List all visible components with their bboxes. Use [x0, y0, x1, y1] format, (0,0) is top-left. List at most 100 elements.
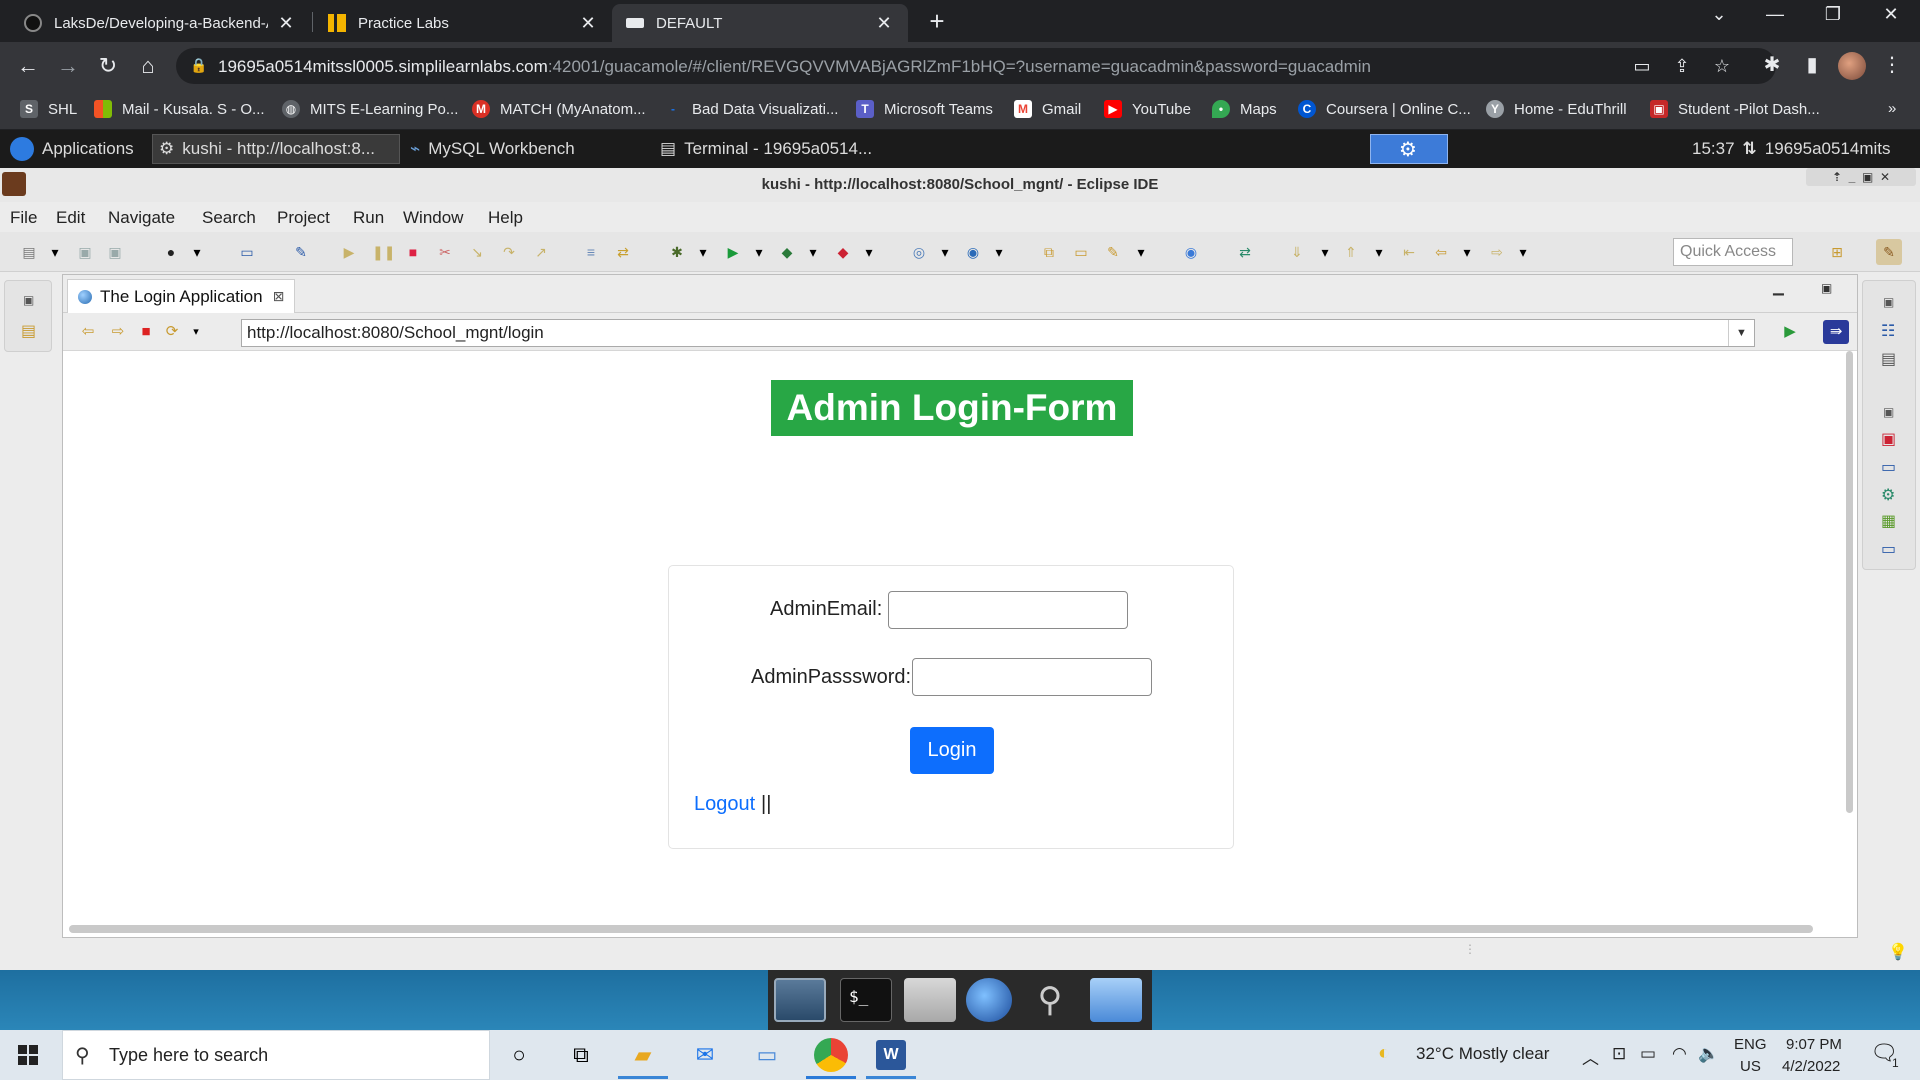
close-icon[interactable]: ✕ [1880, 170, 1890, 184]
perspective-icon[interactable]: ● [162, 243, 180, 261]
bookmark-gmail[interactable]: M Gmail [1014, 100, 1081, 118]
cortana-circle-icon[interactable]: ○ [504, 1040, 534, 1070]
workspace-indicator[interactable]: ⚙ [1370, 134, 1448, 164]
bookmark-eduthrill[interactable]: Y Home - EduThrill [1486, 100, 1627, 118]
back-icon[interactable]: ⇦ [1432, 243, 1450, 261]
go-icon[interactable]: ▶ [1775, 323, 1805, 341]
open-folder-icon[interactable]: ▭ [1072, 243, 1090, 261]
forward-icon[interactable]: ⇨ [1488, 243, 1506, 261]
minimize-editor-icon[interactable]: ▁ [1773, 279, 1784, 296]
admin-email-input[interactable] [888, 591, 1128, 629]
properties-icon[interactable]: ▭ [1881, 457, 1896, 477]
refresh-icon[interactable]: ⟳ [163, 323, 181, 341]
suspend-icon[interactable]: ❚❚ [372, 243, 395, 261]
mail-icon[interactable]: ✉ [690, 1040, 720, 1070]
external-tools-icon[interactable]: ◆ [834, 243, 852, 261]
file-explorer-icon[interactable]: ▰ [628, 1040, 658, 1070]
bookmark-maps[interactable]: • Maps [1212, 100, 1277, 118]
close-window-icon[interactable]: ✕ [1868, 4, 1914, 25]
window-button-terminal[interactable]: ▤ Terminal - 19695a0514... [654, 134, 878, 164]
chrome-menu-icon[interactable]: ⋮ [1878, 52, 1906, 77]
open-external-browser-icon[interactable]: ⇛ [1823, 320, 1849, 344]
address-bar[interactable]: 🔒 19695a0514mitssl0005.simplilearnlabs.c… [176, 48, 1776, 84]
battery-icon[interactable]: ▭ [1640, 1044, 1656, 1064]
reload-icon[interactable]: ↻ [94, 52, 122, 80]
menu-help[interactable]: Help [488, 208, 523, 228]
scrollbar-thumb[interactable] [69, 925, 1813, 933]
task-view-icon[interactable]: ⧉ [566, 1040, 596, 1070]
show-desktop-icon[interactable] [774, 978, 826, 1022]
forward-arrow-icon[interactable]: ⇨ [109, 323, 127, 341]
profile-avatar[interactable] [1838, 52, 1866, 80]
tab-search-chevron-icon[interactable]: ⌄ [1696, 4, 1742, 25]
vertical-scrollbar[interactable] [1841, 351, 1857, 917]
tab-practice-labs[interactable]: Practice Labs ✕ [314, 4, 612, 42]
open-perspective-icon[interactable]: ⊞ [1828, 243, 1846, 261]
new-file-icon[interactable]: ▤ [20, 243, 38, 261]
admin-password-input[interactable] [912, 658, 1152, 696]
close-tab-icon[interactable]: ⊠ [273, 288, 285, 305]
clipboard-icon[interactable]: ▭ [1630, 56, 1654, 77]
tip-bulb-icon[interactable]: 💡 [1888, 942, 1908, 962]
show-hidden-icons-chevron[interactable]: ︿ [1582, 1044, 1599, 1069]
up-arrow-icon[interactable]: ⇡ [1832, 170, 1842, 184]
disconnect-icon[interactable]: ✂ [436, 243, 454, 261]
dropdown-arrow-icon[interactable]: ▾ [188, 243, 206, 261]
scrollbar-thumb[interactable] [1846, 351, 1853, 813]
forward-arrow-icon[interactable]: → [54, 52, 82, 80]
bookmark-mail[interactable]: Mail - Kusala. S - O... [94, 100, 265, 118]
dropdown-arrow-icon[interactable]: ▾ [1132, 243, 1150, 261]
home-folder-icon[interactable] [904, 978, 956, 1022]
markers-icon[interactable]: ▣ [1881, 429, 1896, 449]
save-all-icon[interactable]: ▣ [106, 243, 124, 261]
dropdown-arrow-icon[interactable]: ▾ [990, 243, 1008, 261]
tab-default[interactable]: DEFAULT ✕ [612, 4, 908, 42]
more-bookmarks-icon[interactable]: » [1888, 100, 1896, 117]
back-arrow-icon[interactable]: ← [14, 52, 42, 80]
applications-menu[interactable]: Applications [4, 134, 140, 164]
menu-file[interactable]: File [10, 208, 37, 228]
maximize-icon[interactable]: ▣ [1862, 170, 1873, 184]
back-arrow-icon[interactable]: ⇦ [79, 323, 97, 341]
taskbar-search-box[interactable]: ⚲ Type here to search [62, 1030, 490, 1080]
terminate-icon[interactable]: ■ [404, 243, 422, 261]
new-class-icon[interactable]: ◉ [964, 243, 982, 261]
file-manager-folder-icon[interactable] [1090, 978, 1142, 1022]
menu-edit[interactable]: Edit [56, 208, 85, 228]
bookmark-match[interactable]: M MATCH (MyAnatom... [472, 100, 646, 118]
previous-annotation-icon[interactable]: ⇑ [1342, 243, 1360, 261]
bookmark-bad-data[interactable]: - Bad Data Visualizati... [664, 100, 838, 118]
bookmark-student[interactable]: ▣ Student -Pilot Dash... [1650, 100, 1820, 118]
search-magnifier-icon[interactable]: ⚲ [1024, 978, 1076, 1022]
bookmark-coursera[interactable]: C Coursera | Online C... [1298, 100, 1471, 118]
url-history-dropdown-icon[interactable]: ▼ [1728, 320, 1754, 346]
tab-github[interactable]: LaksDe/Developing-a-Backend-A ✕ [10, 4, 310, 42]
bookmark-mits[interactable]: ◍ MITS E-Learning Po... [282, 100, 458, 118]
login-button[interactable]: Login [910, 727, 994, 774]
open-web-browser-icon[interactable]: ◉ [1182, 243, 1200, 261]
restore-view-icon[interactable]: ▣ [23, 293, 34, 307]
console-icon[interactable]: ▭ [1881, 539, 1896, 559]
dropdown-arrow-icon[interactable]: ▾ [1316, 243, 1334, 261]
servers-icon[interactable]: ⚙ [1881, 485, 1895, 505]
word-icon[interactable]: W [876, 1040, 906, 1070]
dropdown-arrow-icon[interactable]: ▾ [1514, 243, 1532, 261]
dropdown-arrow-icon[interactable]: ▾ [187, 323, 205, 341]
chrome-icon[interactable] [814, 1038, 848, 1072]
refresh-servers-icon[interactable]: ⇄ [1236, 243, 1254, 261]
step-into-icon[interactable]: ↘ [468, 243, 486, 261]
weather-text[interactable]: 32°C Mostly clear [1416, 1044, 1549, 1064]
bookmark-shl[interactable]: S SHL [20, 100, 77, 118]
outline-icon[interactable]: ☷ [1881, 321, 1895, 341]
remote-app-icon[interactable]: ▭ [752, 1040, 782, 1070]
menu-project[interactable]: Project [277, 208, 330, 228]
address-url[interactable]: 19695a0514mitssl0005.simplilearnlabs.com… [218, 57, 1371, 77]
skip-breakpoints-icon[interactable]: ✎ [292, 243, 310, 261]
extensions-puzzle-icon[interactable]: ✱ [1758, 52, 1786, 77]
dropdown-arrow-icon[interactable]: ▾ [46, 243, 64, 261]
dropdown-arrow-icon[interactable]: ▾ [1458, 243, 1476, 261]
step-return-icon[interactable]: ↗ [532, 243, 550, 261]
search-tool-icon[interactable]: ✎ [1104, 243, 1122, 261]
menu-run[interactable]: Run [353, 208, 384, 228]
menu-window[interactable]: Window [403, 208, 463, 228]
